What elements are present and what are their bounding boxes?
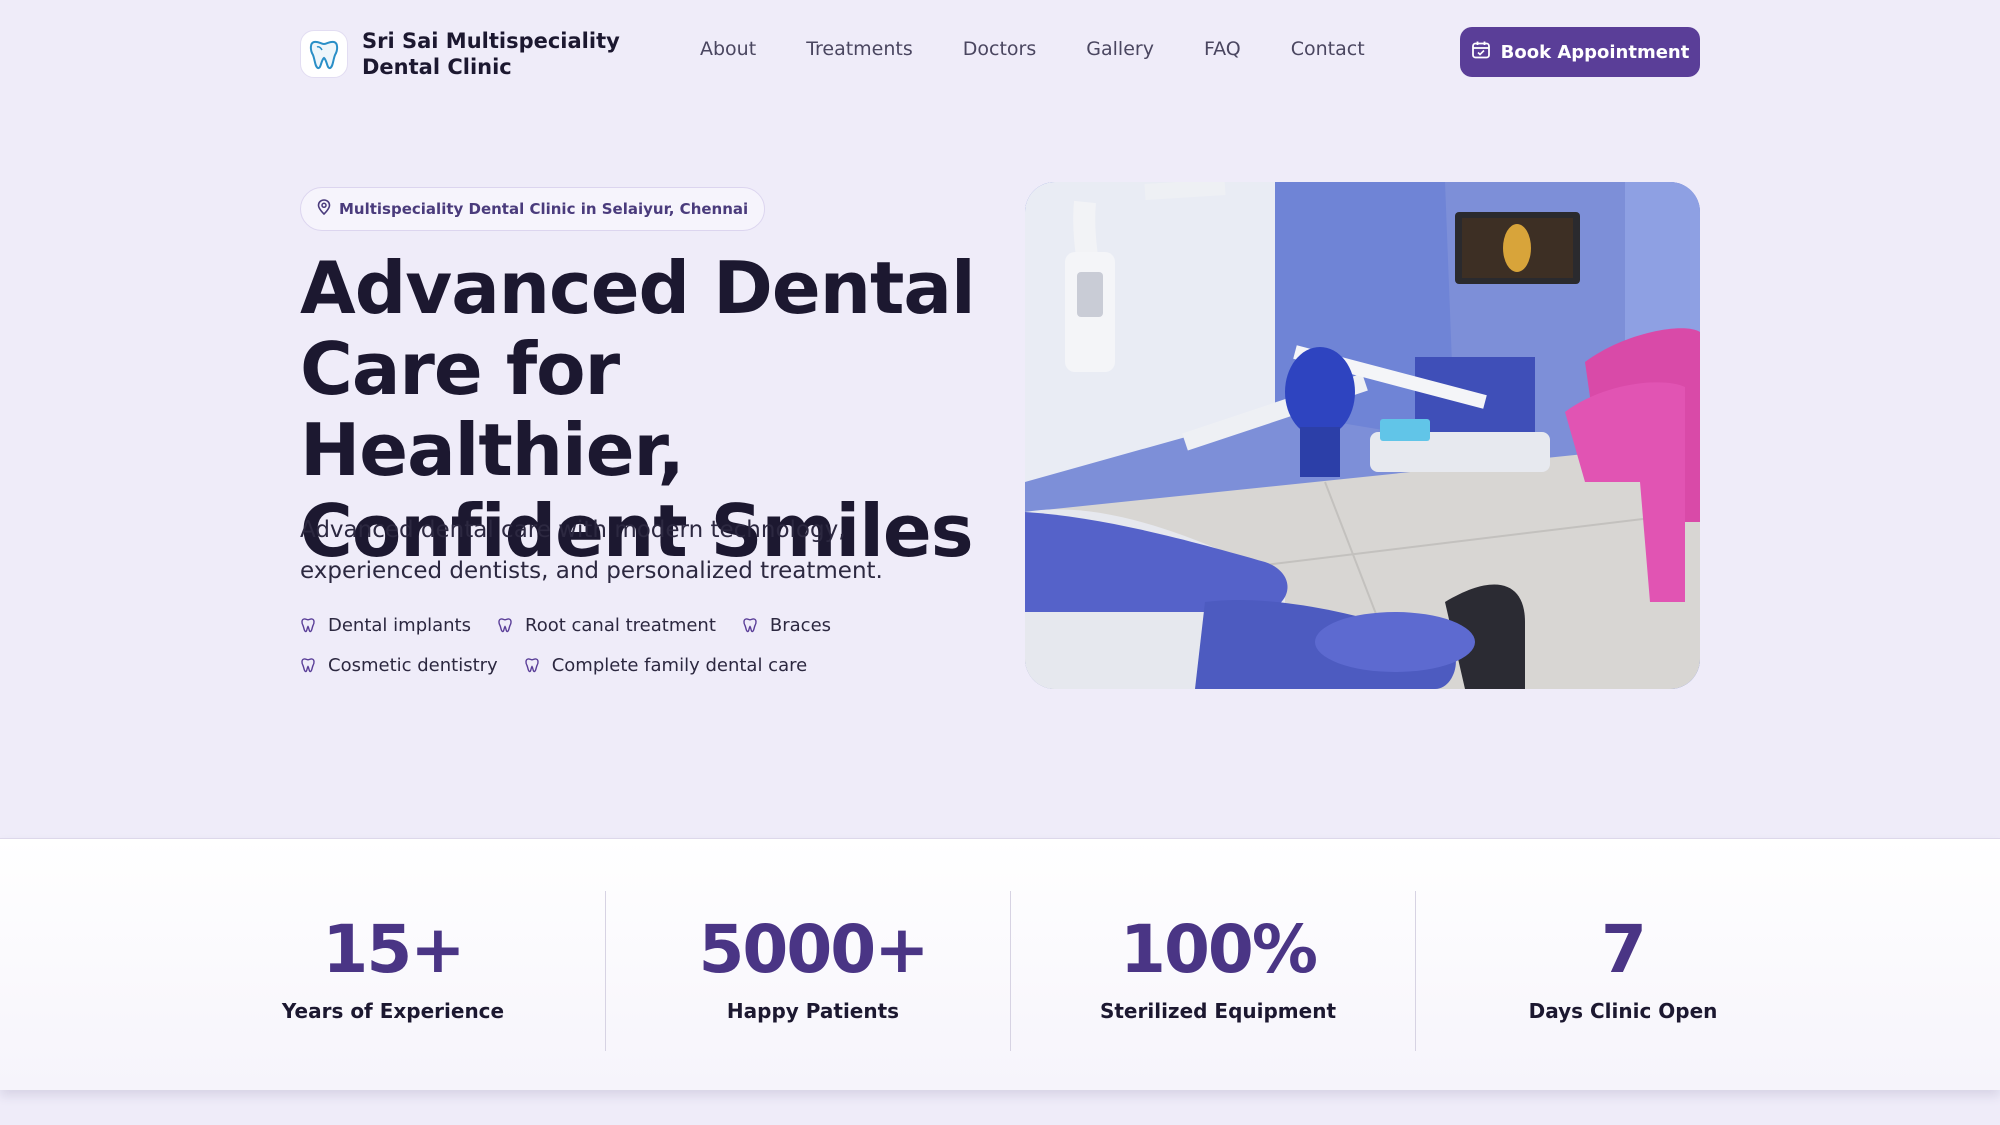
stat-value: 100%	[1120, 911, 1318, 988]
stat-days-open: 7 Days Clinic Open	[1423, 839, 1823, 1091]
feature-item: Cosmetic dentistry	[300, 655, 498, 676]
tooth-icon	[498, 618, 512, 633]
stat-value: 7	[1601, 911, 1647, 988]
hero-subtitle: Advanced dental care with modern technol…	[300, 517, 883, 584]
brand[interactable]: Sri Sai Multispeciality Dental Clinic	[300, 28, 622, 80]
clinic-photo	[1025, 182, 1700, 689]
tooth-icon	[743, 618, 757, 633]
book-appointment-button[interactable]: Book Appointment	[1460, 27, 1700, 77]
nav-doctors[interactable]: Doctors	[963, 38, 1037, 60]
tooth-icon	[301, 618, 315, 633]
tooth-logo-icon	[300, 30, 348, 78]
stat-label: Years of Experience	[281, 999, 505, 1023]
stat-label: Happy Patients	[726, 999, 900, 1023]
main-nav: About Treatments Doctors Gallery FAQ Con…	[700, 38, 1415, 60]
feature-item: Braces	[742, 615, 831, 636]
stat-value: 5000+	[698, 911, 930, 988]
feature-label: Cosmetic dentistry	[328, 654, 498, 676]
nav-treatments[interactable]: Treatments	[806, 38, 913, 60]
feature-label: Dental implants	[328, 614, 471, 636]
stat-label: Sterilized Equipment	[1099, 999, 1337, 1023]
location-pin-icon	[317, 199, 331, 219]
stats-bar: 15+ Years of Experience 5000+ Happy Pati…	[0, 838, 2000, 1090]
location-badge: Multispeciality Dental Clinic in Selaiyu…	[300, 187, 766, 231]
feature-label: Complete family dental care	[551, 654, 808, 676]
nav-about[interactable]: About	[700, 38, 756, 60]
nav-faq[interactable]: FAQ	[1204, 38, 1241, 60]
tooth-icon	[301, 658, 315, 673]
site-header: Sri Sai Multispeciality Dental Clinic Ab…	[0, 0, 2000, 104]
stat-value: 15+	[322, 911, 465, 988]
book-appointment-label: Book Appointment	[1500, 41, 1690, 63]
stat-divider	[1010, 891, 1011, 1051]
feature-label: Root canal treatment	[525, 614, 716, 636]
brand-name: Sri Sai Multispeciality Dental Clinic	[362, 29, 620, 79]
badge-text: Multispeciality Dental Clinic in Selaiyu…	[339, 200, 749, 218]
stat-sterilized: 100% Sterilized Equipment	[1018, 839, 1418, 1091]
tooth-icon	[525, 658, 539, 673]
feature-list: Dental implants Root canal treatment Bra…	[300, 613, 1000, 693]
nav-gallery[interactable]: Gallery	[1086, 38, 1154, 60]
feature-item: Dental implants	[300, 615, 471, 636]
stat-label: Days Clinic Open	[1528, 999, 1718, 1023]
calendar-icon	[1471, 40, 1491, 65]
feature-item: Complete family dental care	[524, 655, 807, 676]
nav-contact[interactable]: Contact	[1291, 38, 1365, 60]
stat-divider	[1415, 891, 1416, 1051]
stat-patients: 5000+ Happy Patients	[613, 839, 1013, 1091]
feature-label: Braces	[769, 614, 832, 636]
feature-item: Root canal treatment	[497, 615, 716, 636]
stat-experience: 15+ Years of Experience	[193, 839, 593, 1091]
stat-divider	[605, 891, 606, 1051]
